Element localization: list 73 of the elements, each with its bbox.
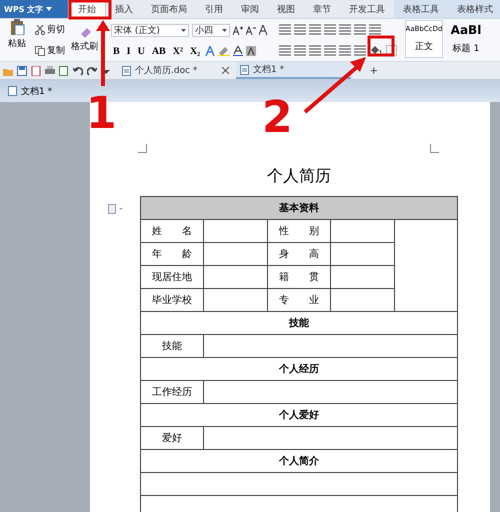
step-number: 1 (86, 88, 117, 139)
save-icon[interactable] (17, 66, 27, 76)
table-cell: 个人爱好 (140, 404, 458, 426)
menu-tab[interactable]: 开发工具 (340, 0, 394, 18)
grow-font-icon[interactable] (233, 25, 243, 35)
menu-tab[interactable]: 视图 (268, 0, 304, 18)
document-tab[interactable]: 文档1 * (236, 62, 351, 79)
format-button[interactable]: AB (150, 46, 168, 56)
format-button[interactable]: U (136, 46, 147, 56)
table-cell: 个人简介 (140, 450, 458, 472)
redo-icon[interactable] (87, 66, 97, 76)
menu-tab[interactable]: 页面布局 (142, 0, 196, 18)
document-heading: 个人简历 (266, 166, 332, 187)
table-cell: 籍 贯 (267, 266, 331, 288)
table-cell: 年 龄 (140, 242, 204, 266)
text-outline-icon[interactable] (205, 46, 216, 56)
font-size-dropdown[interactable]: 小四 (192, 24, 230, 36)
format-button[interactable]: X² (170, 46, 185, 56)
scissors-icon (35, 24, 45, 34)
document-tab[interactable]: 个人简历.doc * (118, 62, 233, 79)
shrink-font-icon[interactable] (246, 25, 256, 35)
table-cell: 毕业学校 (140, 288, 204, 312)
format-button[interactable]: I (124, 46, 133, 56)
new-tab-button[interactable]: + (366, 62, 382, 79)
document-icon (240, 64, 249, 74)
caret-icon (46, 7, 52, 11)
undo-icon[interactable] (73, 66, 83, 76)
menu-tab[interactable]: 插入 (106, 0, 142, 18)
table-cell: 姓 名 (140, 220, 204, 242)
table-cell: 现居住地 (140, 266, 204, 288)
table-cell: 性 别 (267, 220, 331, 242)
highlight-frame (68, 0, 112, 20)
borders-icon[interactable] (386, 45, 397, 56)
font-color-icon[interactable] (233, 46, 244, 56)
menu-tab[interactable]: 表格样式 (448, 0, 500, 18)
caret-icon (181, 28, 186, 32)
copy-button[interactable]: 复制 (34, 44, 66, 57)
document-title: 文档1 * (21, 86, 52, 98)
copy-icon (35, 46, 45, 56)
menu-tab[interactable]: 引用 (196, 0, 232, 18)
menu-tab[interactable]: 表格工具 (394, 0, 448, 18)
menu-tab[interactable]: 审阅 (232, 0, 268, 18)
format-button[interactable]: X₂ (188, 46, 202, 56)
table-icon[interactable] (369, 24, 381, 35)
arrow (304, 57, 366, 114)
close-icon[interactable] (222, 67, 229, 74)
document-icon (122, 66, 131, 76)
document-icon (8, 86, 17, 96)
paint-bucket-icon[interactable] (369, 45, 383, 56)
table-cell: 专 业 (267, 288, 331, 312)
text-effect-icon[interactable] (259, 25, 269, 35)
table-cell: 身 高 (267, 242, 331, 266)
format-button[interactable]: B (111, 46, 122, 56)
step-number: 2 (262, 92, 293, 143)
table-cell: 个人经历 (140, 358, 458, 380)
app-menu-button[interactable]: WPS 文字 (0, 0, 68, 18)
table-cell: 技能 (140, 312, 458, 334)
table-cell: 工作经历 (140, 380, 204, 404)
font-name-dropdown[interactable]: 宋体 (正文) (111, 24, 189, 36)
print-icon[interactable] (45, 66, 55, 76)
table-cell: 技能 (140, 334, 204, 358)
caret-icon (222, 28, 227, 32)
highlight-frame (368, 36, 394, 56)
menu-tab[interactable]: 章节 (304, 0, 340, 18)
paste-button[interactable]: 粘贴 (4, 19, 30, 61)
char-shading-icon[interactable] (246, 46, 256, 56)
format-painter-button[interactable]: 格式刷 (70, 28, 99, 52)
style-preset[interactable]: AaBl 标题 1 (447, 20, 485, 58)
cut-button[interactable]: 剪切 (34, 23, 66, 36)
arrow (96, 20, 110, 86)
table-cell: 爱好 (140, 426, 204, 450)
paragraph-marker-icon[interactable] (108, 204, 124, 214)
table-cell: 基本资料 (140, 196, 458, 220)
